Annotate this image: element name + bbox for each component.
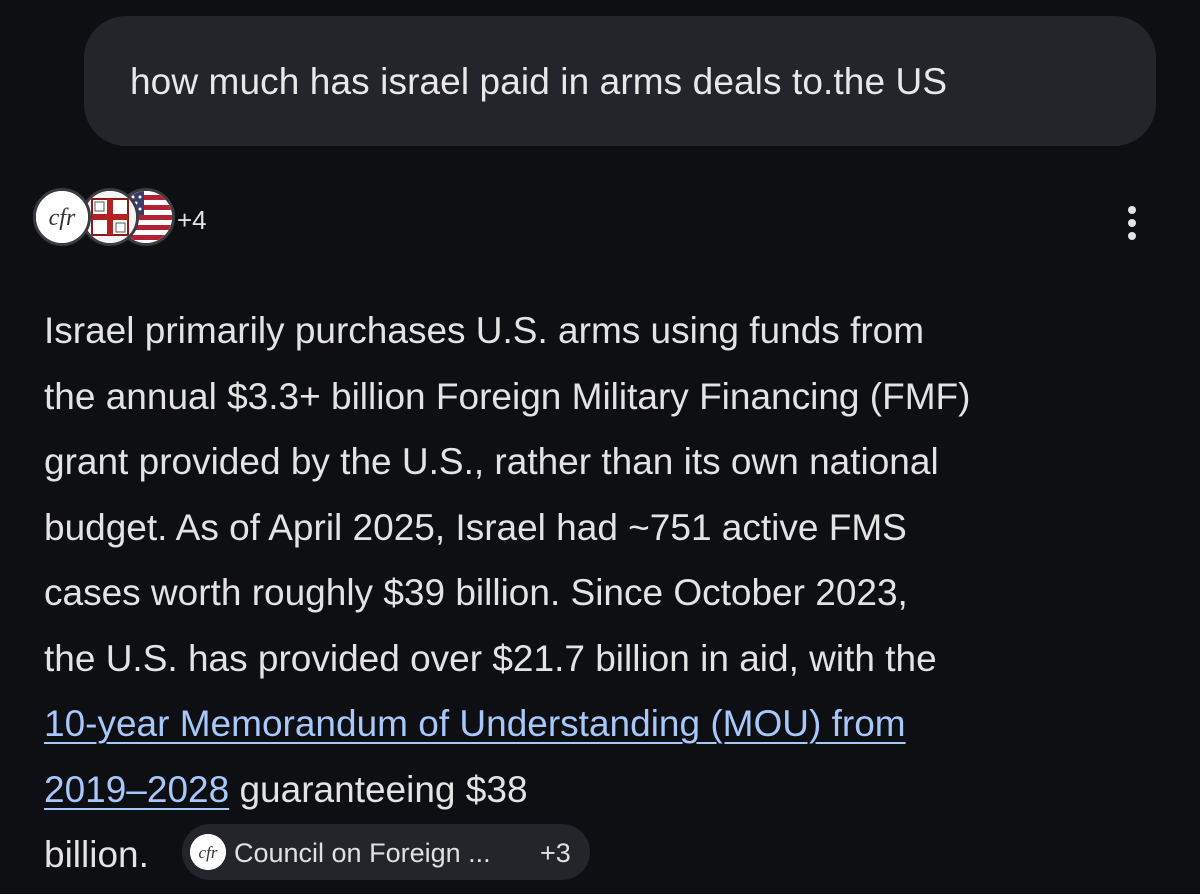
sources-more-count: +4 [177,205,207,235]
source-chip-more-count: +3 [540,838,571,868]
mou-link[interactable]: 10-year Memorandum of Understanding (MOU… [44,703,906,744]
user-query-text: how much has israel paid in arms deals t… [130,61,948,102]
source-chip-label: Council on Foreign ... [234,838,491,868]
more-vert-icon[interactable] [1112,200,1152,246]
answer-line: the annual $3.3+ billion Foreign Militar… [44,375,971,417]
answer-line: Israel primarily purchases U.S. arms usi… [44,310,925,351]
answer-line: the U.S. has provided over $21.7 billion… [44,637,937,679]
cfr-logo-icon: cfr [190,834,226,870]
cfr-logo-icon: cfr [33,188,91,246]
mou-link-continued[interactable]: 2019–2028 [44,769,229,810]
user-query-bubble: how much has israel paid in arms deals t… [84,16,1156,146]
svg-text:cfr: cfr [199,843,218,862]
answer-line: cases worth roughly $39 billion. Since O… [44,572,908,613]
answer-text-after-link: guaranteeing $38 [229,768,528,810]
answer-line: grant provided by the U.S., rather than … [44,441,939,482]
answer-line-link-end: 2019–2028 guaranteeing $38 [44,757,1164,823]
source-chip[interactable]: cfr Council on Foreign ... +3 [182,824,590,880]
answer-line: budget. As of April 2025, Israel had ~75… [44,506,907,548]
svg-text:cfr: cfr [49,205,76,231]
answer-paragraph: Israel primarily purchases U.S. arms usi… [44,298,1164,888]
sources-row[interactable]: cfr +4 [33,188,253,252]
answer-line-link: 10-year Memorandum of Understanding (MOU… [44,691,1164,757]
